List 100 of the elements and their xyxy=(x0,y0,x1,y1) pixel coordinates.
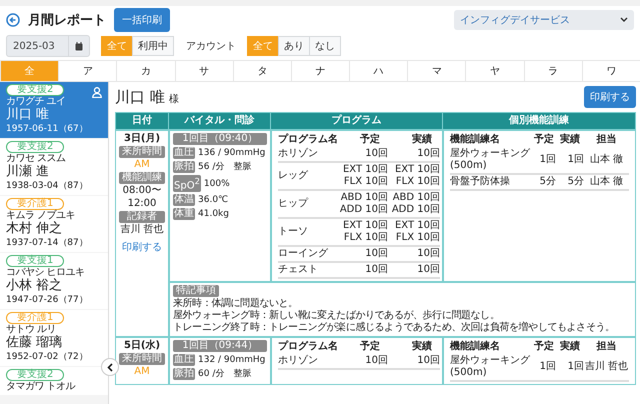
field-label: 来所時間 xyxy=(119,146,165,158)
filter-toggle[interactable]: なし xyxy=(309,36,341,56)
month-field[interactable]: 2025-03 xyxy=(6,35,90,57)
name-reading: カワセ ススム xyxy=(6,153,66,164)
vital-label: 体温 xyxy=(173,194,195,206)
table-cell: 1回 xyxy=(540,361,556,373)
vital-label: 血圧 xyxy=(173,354,195,366)
account-label: アカウント xyxy=(186,40,236,53)
filter-toggle[interactable]: 利用中 xyxy=(132,36,174,56)
patient-name: 川口 唯 xyxy=(115,88,165,106)
vital-value: 41.0kg xyxy=(198,208,229,220)
table-cell: EXT 10回 xyxy=(394,220,440,232)
table-cell: 山本 徹 xyxy=(590,154,624,166)
facility-select[interactable]: インフィグデイサービス xyxy=(454,10,634,30)
vital-label: 脈拍 xyxy=(173,161,195,173)
day-date: 5日(水) xyxy=(124,340,160,352)
birth-date: 1957-06-11（67） xyxy=(6,123,88,135)
vital-label: 血圧 xyxy=(173,147,195,159)
column-header: 実績 xyxy=(412,134,433,146)
column-header: 個別機能訓練 xyxy=(442,113,635,129)
table-cell: 5分 xyxy=(540,176,556,188)
arrival-value: AM xyxy=(134,366,150,378)
table-cell-text: 屋外ウォーキング(500m) xyxy=(450,148,531,172)
table-cell-text: レッグ xyxy=(278,170,309,182)
column-header: 予定 xyxy=(534,341,554,353)
column-header: 担当 xyxy=(596,341,616,353)
caret-icon xyxy=(620,17,628,23)
training-time: 08:00〜 xyxy=(122,185,162,197)
table-cell: 5分 xyxy=(568,176,584,188)
vital-value: 56 /分 整脈 xyxy=(198,161,252,173)
column-header: 予定 xyxy=(534,134,554,146)
table-cell: ADD 10回 xyxy=(340,204,388,216)
print-button[interactable]: 印刷する xyxy=(584,86,636,108)
table-cell-text: ホリゾン xyxy=(278,148,319,160)
session-label: 1回目（09:44） xyxy=(173,340,267,352)
field-label: 記録者 xyxy=(119,211,165,223)
birth-date: 1947-07-26（77） xyxy=(6,294,88,306)
table-cell: EXT 10回 xyxy=(394,164,440,176)
birth-date: 1937-07-14（87） xyxy=(6,237,88,249)
column-header: 実績 xyxy=(412,341,433,353)
table-cell: 吉川 哲也 xyxy=(584,361,628,373)
column-header: 予定 xyxy=(360,341,381,353)
column-header: 担当 xyxy=(596,134,616,146)
column-header: 実績 xyxy=(560,341,580,353)
training-time: 12:00 xyxy=(128,198,156,210)
table-cell: 10回 xyxy=(365,148,388,160)
vital-value: 60 /分 整脈 xyxy=(198,368,252,380)
filter-toggle[interactable]: あり xyxy=(278,36,310,56)
patient-name: 木村 伸之 xyxy=(6,221,62,237)
column-header: プログラム名 xyxy=(278,134,338,146)
name-reading: タマガワ トオル xyxy=(6,381,76,392)
note-text: 来所時：体調に問題ないと。 xyxy=(173,298,298,310)
name-reading: コバヤシ ヒロユキ xyxy=(6,267,85,278)
column-header: 日付 xyxy=(116,113,168,129)
table-cell-text: チェスト xyxy=(278,264,319,276)
table-cell: FLX 10回 xyxy=(344,232,388,244)
table-cell: 10回 xyxy=(417,355,440,367)
patient-name: 川瀬 進 xyxy=(6,164,50,180)
column-header: プログラム xyxy=(270,113,442,129)
field-label: 機能訓練 xyxy=(119,172,165,184)
column-header: 実績 xyxy=(560,134,580,146)
print-link[interactable]: 印刷する xyxy=(122,242,162,254)
column-header: 機能訓練名 xyxy=(450,134,501,146)
vital-label: 体重 xyxy=(173,208,195,220)
table-cell: FLX 10回 xyxy=(396,176,440,188)
session-label: 1回目（09:40） xyxy=(173,133,267,145)
birth-date: 1952-07-02（72） xyxy=(6,351,88,363)
patient-name: 佐藤 瑠璃 xyxy=(6,335,62,351)
table-cell-text: ヒップ xyxy=(278,198,310,210)
patient-name: 小林 裕之 xyxy=(6,278,62,294)
table-cell: 山本 徹 xyxy=(590,176,624,188)
table-cell: 1回 xyxy=(568,361,584,373)
table-cell-text: ホリゾン xyxy=(278,355,319,367)
table-cell: 10回 xyxy=(417,248,440,260)
back-icon xyxy=(6,13,20,27)
table-cell: FLX 10回 xyxy=(344,176,388,188)
vital-value: 132 / 90mmHg xyxy=(198,354,266,366)
vital-label: SpO$^{2}$ xyxy=(173,175,201,192)
vital-value: 100% xyxy=(204,178,230,190)
name-reading: サトウ ルリ xyxy=(6,324,56,335)
table-cell: 10回 xyxy=(365,248,388,260)
table-cell-text: ローイング xyxy=(278,248,329,260)
table-cell: 1回 xyxy=(540,154,556,166)
table-cell: 10回 xyxy=(417,148,440,160)
column-header: プログラム名 xyxy=(278,341,338,353)
table-cell-text: 屋外ウォーキング(500m) xyxy=(450,355,531,379)
arrival-value: AM xyxy=(134,159,150,171)
day-date: 3日(月) xyxy=(124,133,160,145)
column-header: バイタル・問診 xyxy=(168,113,270,129)
table-cell: EXT 10回 xyxy=(342,164,388,176)
page-title: 月間レポート xyxy=(28,12,106,29)
name-reading: キムラ ノブユキ xyxy=(6,210,76,221)
column-header: 機能訓練名 xyxy=(450,341,501,353)
table-cell: ABD 10回 xyxy=(392,192,440,204)
patient-name: 川口 唯 xyxy=(6,107,50,123)
table-cell: 10回 xyxy=(365,355,388,367)
table-cell: ABD 10回 xyxy=(340,192,388,204)
honorific: 様 xyxy=(168,94,179,104)
note-text: トレーニング終了時：トレーニングが楽に感じるようであるため、次回は負荷を増やしてもよさそう。 xyxy=(173,322,615,334)
bulk-print-button[interactable]: 一括印刷 xyxy=(114,8,170,32)
